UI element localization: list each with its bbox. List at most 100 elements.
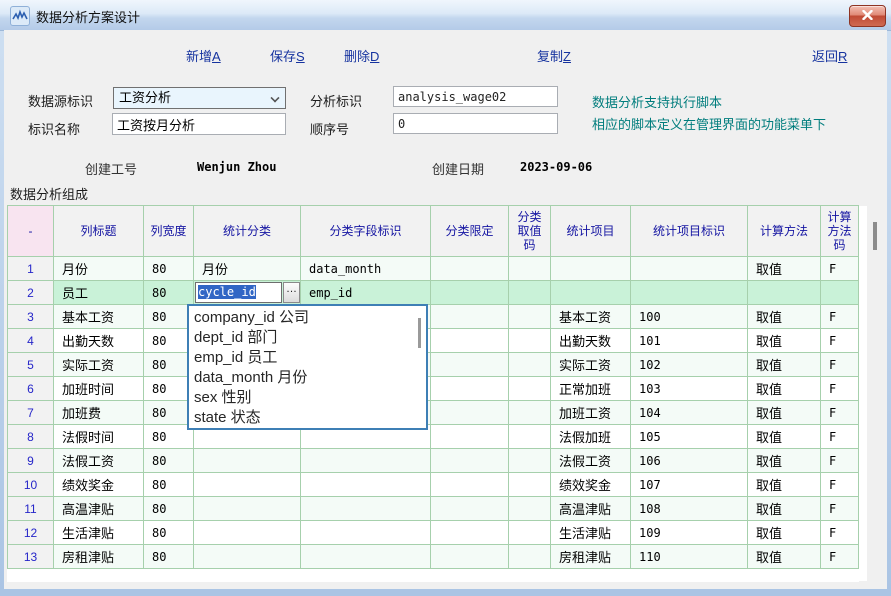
grid-cell[interactable]: 实际工资 [551, 353, 631, 377]
grid-cell[interactable]: 80 [144, 497, 194, 521]
new-button[interactable]: 新增A [186, 46, 221, 65]
dropdown-item[interactable]: dept_id 部门 [194, 328, 426, 348]
grid-cell[interactable]: 正常加班 [551, 377, 631, 401]
grid-cell[interactable]: 取值 [748, 305, 821, 329]
grid-cell[interactable]: 80 [144, 377, 194, 401]
name-field[interactable] [112, 113, 286, 135]
grid-cell[interactable]: 106 [631, 449, 748, 473]
grid-cell[interactable]: F [821, 257, 859, 281]
grid-cell[interactable]: 基本工资 [54, 305, 144, 329]
grid-cell[interactable]: 房租津贴 [54, 545, 144, 569]
grid-cell[interactable] [431, 353, 509, 377]
row-number[interactable]: 6 [8, 377, 54, 401]
grid-cell[interactable]: 加班时间 [54, 377, 144, 401]
grid-cell[interactable]: 月份 [194, 257, 301, 281]
grid-cell[interactable]: 80 [144, 401, 194, 425]
grid-cell[interactable] [431, 329, 509, 353]
grid-cell[interactable]: 80 [144, 425, 194, 449]
scrollbar-thumb[interactable] [873, 222, 877, 250]
grid-cell[interactable] [551, 257, 631, 281]
grid-cell[interactable] [301, 545, 431, 569]
close-button[interactable] [849, 5, 886, 27]
grid-cell[interactable] [431, 449, 509, 473]
column-header[interactable]: 分类限定 [431, 206, 509, 257]
grid-cell[interactable] [431, 425, 509, 449]
grid-cell[interactable]: 加班工资 [551, 401, 631, 425]
grid-cell[interactable]: 取值 [748, 521, 821, 545]
grid-cell[interactable]: F [821, 425, 859, 449]
grid-cell[interactable]: 取值 [748, 257, 821, 281]
grid-cell[interactable]: F [821, 449, 859, 473]
grid-cell[interactable]: 法假工资 [54, 449, 144, 473]
grid-cell[interactable]: 绩效奖金 [551, 473, 631, 497]
grid-cell[interactable]: 高温津贴 [551, 497, 631, 521]
row-number[interactable]: 4 [8, 329, 54, 353]
grid-cell[interactable]: 109 [631, 521, 748, 545]
grid-cell[interactable] [194, 545, 301, 569]
grid-cell[interactable] [509, 257, 551, 281]
grid-cell[interactable] [631, 281, 748, 305]
grid-cell[interactable]: 80 [144, 305, 194, 329]
row-number[interactable]: 8 [8, 425, 54, 449]
grid-cell[interactable] [431, 545, 509, 569]
grid-cell[interactable] [509, 497, 551, 521]
grid-cell[interactable]: 取值 [748, 449, 821, 473]
column-header[interactable]: 列标题 [54, 206, 144, 257]
grid-cell[interactable]: 绩效奖金 [54, 473, 144, 497]
grid-cell[interactable]: 法假时间 [54, 425, 144, 449]
row-number[interactable]: 11 [8, 497, 54, 521]
grid-cell[interactable]: 法假工资 [551, 449, 631, 473]
grid-cell[interactable] [509, 281, 551, 305]
grid-cell[interactable]: 员工 [54, 281, 144, 305]
ellipsis-button[interactable]: … [283, 282, 300, 303]
grid-cell[interactable]: cycle_id… [194, 281, 301, 305]
grid-cell[interactable]: 80 [144, 545, 194, 569]
grid-cell[interactable]: 法假加班 [551, 425, 631, 449]
grid-cell[interactable]: 80 [144, 257, 194, 281]
grid-cell[interactable] [431, 281, 509, 305]
column-header[interactable]: 统计项目标识 [631, 206, 748, 257]
grid-cell[interactable] [301, 449, 431, 473]
grid-cell[interactable]: 取值 [748, 329, 821, 353]
dropdown-item[interactable]: sex 性别 [194, 388, 426, 408]
grid-cell[interactable]: F [821, 521, 859, 545]
grid-cell[interactable]: F [821, 329, 859, 353]
row-number[interactable]: 1 [8, 257, 54, 281]
grid-cell[interactable] [431, 305, 509, 329]
row-number[interactable]: 10 [8, 473, 54, 497]
row-number[interactable]: 7 [8, 401, 54, 425]
grid-cell[interactable]: 房租津贴 [551, 545, 631, 569]
grid-cell[interactable]: 高温津贴 [54, 497, 144, 521]
column-header[interactable]: 计算方法 [748, 206, 821, 257]
grid-cell[interactable] [431, 521, 509, 545]
column-header[interactable]: 统计项目 [551, 206, 631, 257]
grid-cell[interactable]: 基本工资 [551, 305, 631, 329]
grid-cell[interactable]: 101 [631, 329, 748, 353]
grid-cell[interactable]: 80 [144, 449, 194, 473]
grid-cell[interactable]: 80 [144, 281, 194, 305]
grid-cell[interactable] [301, 497, 431, 521]
dropdown-scrollbar-thumb[interactable] [418, 318, 421, 348]
grid-cell[interactable]: data_month [301, 257, 431, 281]
grid-cell[interactable]: 103 [631, 377, 748, 401]
grid-cell[interactable]: F [821, 545, 859, 569]
grid-cell[interactable]: F [821, 377, 859, 401]
grid-cell[interactable] [509, 521, 551, 545]
grid-cell[interactable]: 80 [144, 329, 194, 353]
grid-cell[interactable]: 加班费 [54, 401, 144, 425]
dropdown-item[interactable]: company_id 公司 [194, 308, 426, 328]
grid-cell[interactable]: 取值 [748, 497, 821, 521]
row-number[interactable]: 3 [8, 305, 54, 329]
back-button[interactable]: 返回R [812, 46, 847, 65]
column-header[interactable]: 分类取值码 [509, 206, 551, 257]
column-header[interactable]: 计算方法码 [821, 206, 859, 257]
grid-cell[interactable]: 80 [144, 473, 194, 497]
grid-cell[interactable]: 80 [144, 521, 194, 545]
grid-cell[interactable] [509, 473, 551, 497]
grid-cell[interactable] [431, 497, 509, 521]
grid-cell[interactable] [431, 473, 509, 497]
grid-cell[interactable]: F [821, 305, 859, 329]
grid-cell[interactable]: 生活津贴 [54, 521, 144, 545]
grid-cell[interactable]: 取值 [748, 353, 821, 377]
row-number[interactable]: 5 [8, 353, 54, 377]
